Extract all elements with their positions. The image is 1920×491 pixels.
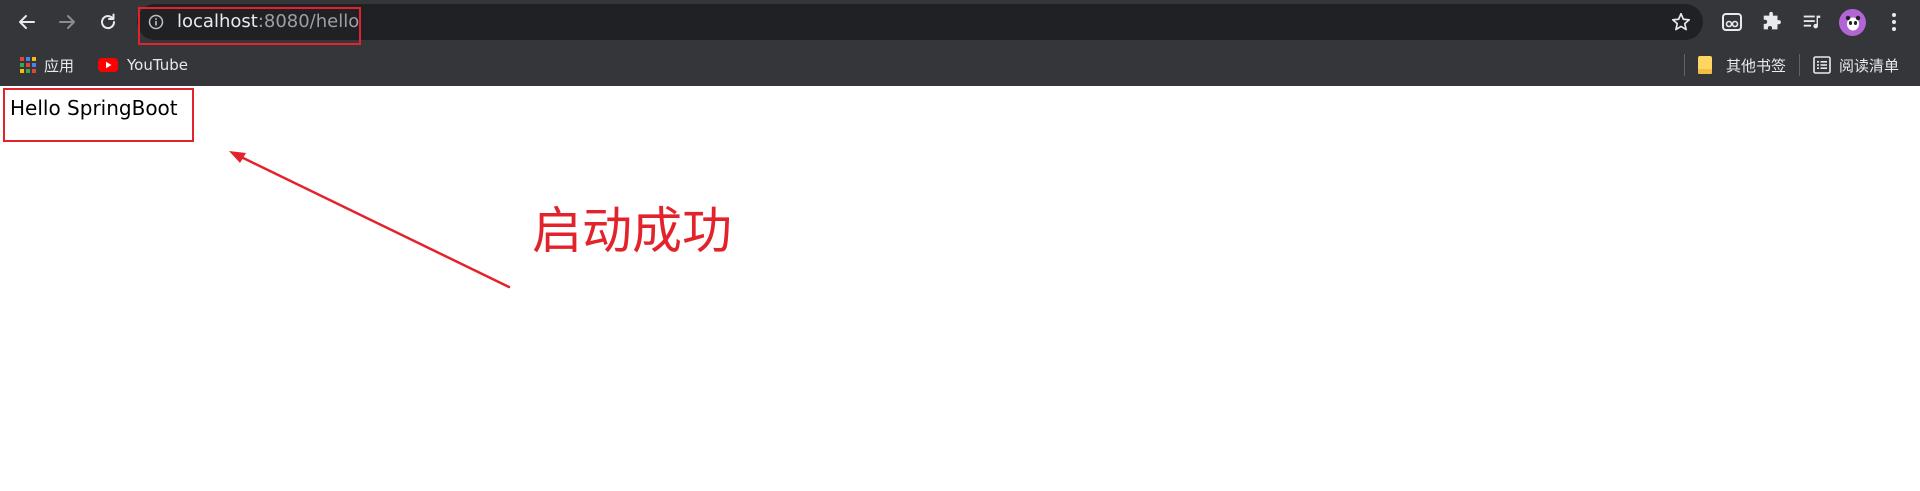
annotation-arrow	[229, 151, 511, 289]
annotation-caption: 启动成功	[532, 202, 732, 260]
